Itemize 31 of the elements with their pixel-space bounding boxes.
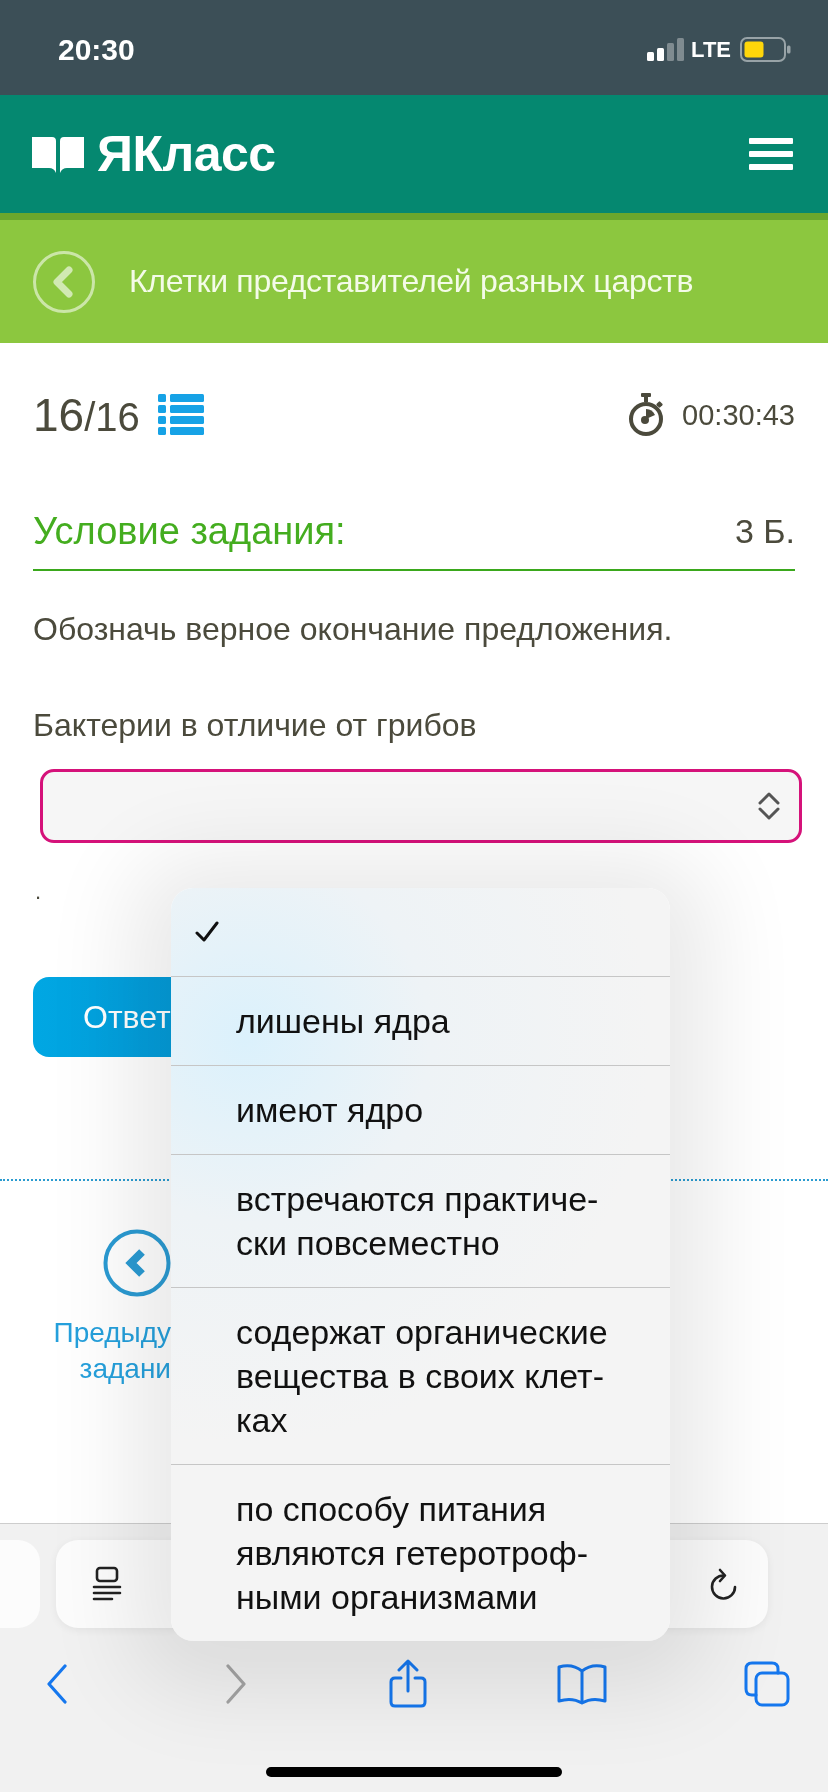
task-list-icon[interactable] bbox=[157, 394, 204, 436]
question-text: Бактерии в отличие от грибов bbox=[33, 706, 477, 745]
answer-select[interactable] bbox=[40, 769, 802, 843]
timer-text: 00:30:43 bbox=[682, 398, 795, 432]
dropdown-option[interactable]: содержат органические вещества в своих клет- ках bbox=[171, 1287, 670, 1464]
condition-heading: Условие задания: bbox=[33, 509, 346, 553]
topic-title: Клетки представителей разных царств bbox=[129, 263, 694, 300]
tabs-icon[interactable] bbox=[744, 1661, 790, 1707]
trailing-text: . bbox=[35, 878, 42, 906]
dropdown-option[interactable]: имеют ядро bbox=[171, 1065, 670, 1154]
logo-text: ЯКласс bbox=[97, 125, 276, 183]
chevron-updown-icon bbox=[757, 790, 781, 822]
dropdown-option[interactable]: по способу питания являются гетеротроф- ными организмами bbox=[171, 1464, 670, 1641]
instruction-text: Обозначь верное окончание предложения. bbox=[33, 610, 673, 649]
chevron-left-circle-icon bbox=[103, 1229, 171, 1297]
task-counter: 16/16 bbox=[33, 388, 140, 442]
signal-icon bbox=[647, 38, 685, 61]
network-label: LTE bbox=[691, 36, 731, 63]
points-label: 3 Б. bbox=[734, 511, 795, 551]
reader-icon[interactable] bbox=[92, 1566, 122, 1602]
dropdown-option[interactable]: лишены ядра bbox=[171, 976, 670, 1065]
back-icon[interactable] bbox=[46, 1664, 68, 1704]
check-icon bbox=[195, 921, 219, 943]
stopwatch-icon bbox=[628, 393, 665, 437]
status-time: 20:30 bbox=[58, 32, 135, 67]
book-logo-icon bbox=[32, 135, 84, 173]
menu-icon[interactable] bbox=[749, 138, 793, 170]
dropdown-option[interactable]: встречаются практиче- ски повсеместно bbox=[171, 1154, 670, 1287]
battery-icon bbox=[740, 37, 791, 62]
book-icon[interactable] bbox=[557, 1663, 607, 1705]
share-icon[interactable] bbox=[388, 1659, 428, 1709]
